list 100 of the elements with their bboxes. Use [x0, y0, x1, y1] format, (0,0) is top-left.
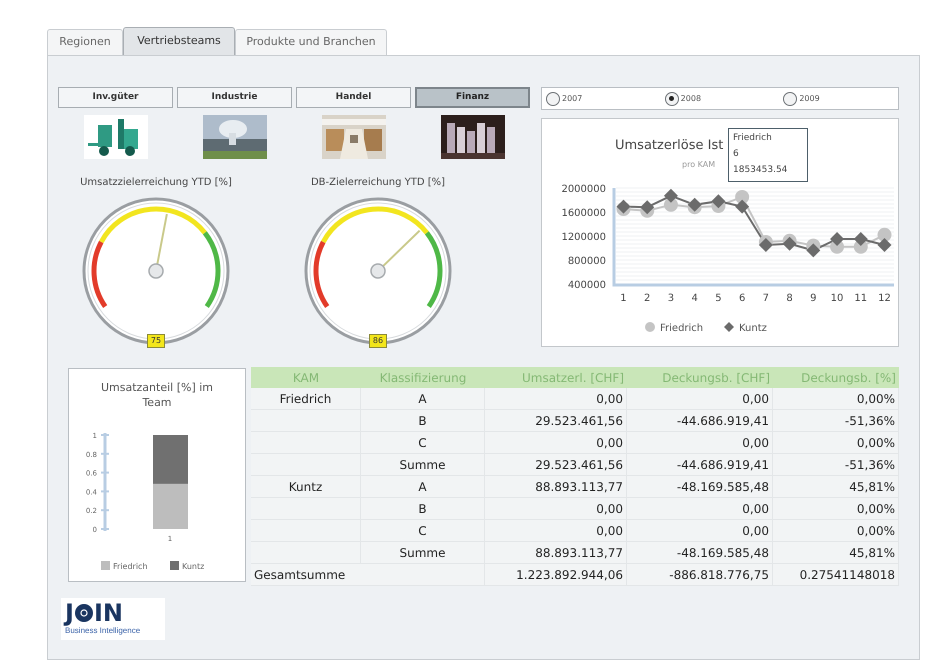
legend-marker [645, 322, 655, 332]
column-header: Deckungsb. [%] [800, 370, 897, 386]
legend-label: Kuntz [182, 562, 204, 571]
data-point [782, 236, 797, 251]
table-cell: -48.169.585,48 [627, 476, 773, 497]
legend-label: Kuntz [739, 323, 767, 334]
table-cell: 0,00 [627, 432, 773, 453]
axis-tick-label: 1600000 [561, 208, 606, 219]
table-cell: -48.169.585,48 [627, 542, 773, 563]
gauge-title: DB-Zielerreichung YTD [%] [310, 176, 446, 190]
category-button[interactable]: Handel [296, 87, 411, 108]
category-button[interactable]: Industrie [177, 87, 292, 108]
data-point [854, 232, 868, 246]
radio-option[interactable]: 2007 [542, 92, 661, 106]
table-cell: -44.686.919,41 [627, 410, 773, 431]
legend-marker [101, 561, 110, 570]
category-button[interactable]: Finanz [415, 87, 530, 108]
radio-option[interactable]: 2009 [779, 92, 898, 106]
data-point [806, 243, 820, 258]
table-cell: 0,00% [773, 520, 899, 541]
data-point [878, 228, 892, 242]
axis-tick-label: 1 [620, 293, 627, 304]
gauge-reading: 86 [369, 334, 387, 348]
gauge-reading: 75 [147, 334, 165, 348]
category-button[interactable]: Inv.güter [58, 87, 173, 108]
column-header: Umsatzerl. [CHF] [520, 370, 625, 386]
tab[interactable]: Regionen [47, 29, 123, 55]
tooltip-text: 1853453.54 [733, 164, 788, 177]
table-cell: 45,81% [773, 542, 899, 563]
table-cell: 0,00 [485, 388, 627, 409]
table-cell: C [361, 520, 485, 541]
axis-tick-label: 400000 [568, 280, 606, 291]
table-cell: 0,00 [627, 520, 773, 541]
logo-tagline: Business Intelligence [65, 626, 142, 637]
table-cell: 0,00 [485, 432, 627, 453]
table-cell: -51,36% [773, 454, 899, 475]
column-header: Deckungsb. [CHF] [661, 370, 771, 386]
needle-hub [148, 263, 164, 279]
column-header: Klassifizierung [378, 370, 468, 386]
bar-segment [153, 484, 188, 529]
gauge-title: Umsatzzielerreichung YTD [%] [80, 176, 232, 190]
axis-tick-label: 12 [878, 293, 891, 304]
axis-tick-label: 1200000 [561, 232, 606, 243]
tooltip-text: 6 [733, 148, 740, 161]
axis-tick-label: 10 [830, 293, 844, 304]
axis-tick-label: 9 [810, 293, 816, 304]
table-cell: 29.523.461,56 [485, 454, 627, 475]
data-point [664, 188, 678, 203]
data-point [735, 200, 750, 214]
table-cell: -886.818.776,75 [627, 564, 773, 585]
table-cell: 29.523.461,56 [485, 410, 627, 431]
tab[interactable]: Vertriebsteams [123, 27, 235, 55]
legend-label: Friedrich [660, 323, 704, 334]
table-cell: -51,36% [773, 410, 899, 431]
table-cell: Summe [361, 454, 485, 475]
table-cell: 0,00 [627, 388, 773, 409]
table-cell: 0,00% [773, 388, 899, 409]
data-point [616, 200, 630, 214]
table-cell: Summe [361, 542, 485, 563]
table-cell: 0,00 [485, 520, 627, 541]
axis-tick-label: 7 [762, 293, 770, 304]
table-cell: B [361, 498, 485, 519]
legend-marker [170, 561, 179, 570]
data-point [688, 198, 702, 212]
table-cell: 0,00% [773, 498, 899, 519]
table-cell: 0,00 [485, 498, 627, 519]
needle-hub [370, 263, 386, 279]
table-cell: 0,00 [627, 498, 773, 519]
table-cell: 45,81% [773, 476, 899, 497]
table-cell: Friedrich [251, 388, 361, 409]
axis-tick-label: 3 [668, 293, 674, 304]
table-cell: C [361, 432, 485, 453]
legend-label: Friedrich [113, 562, 148, 571]
logo-emblem-icon [74, 603, 94, 623]
table-cell: A [361, 476, 485, 497]
data-point [830, 232, 844, 246]
table-cell: Kuntz [251, 476, 361, 497]
table-cell: 0,00% [773, 432, 899, 453]
data-point [878, 238, 892, 252]
table-cell: 88.893.113,77 [485, 476, 627, 497]
logo-wordmark: IN [94, 601, 123, 625]
table-cell: A [361, 388, 485, 409]
axis-tick-label: 6 [738, 293, 746, 304]
radio-option[interactable]: 2008 [660, 92, 780, 106]
chart-title: Umsatzerlöse Ist [615, 138, 724, 153]
data-point [758, 238, 773, 252]
tab[interactable]: Produkte und Branchen [235, 29, 387, 55]
column-header: KAM [292, 370, 320, 386]
legend-marker [724, 322, 734, 332]
data-point [711, 194, 726, 208]
axis-tick-label: 800000 [568, 256, 606, 267]
table-cell: 1.223.892.944,06 [485, 564, 627, 585]
axis-tick-label: 2 [644, 293, 650, 304]
chart-title: Umsatzanteil [%] im Team [100, 381, 214, 409]
table-cell: B [361, 410, 485, 431]
axis-tick-label: 4 [692, 293, 698, 304]
axis-tick-label: 8 [786, 293, 793, 304]
logo-wordmark: J [65, 601, 74, 625]
table-cell: Gesamtsumme [251, 564, 485, 585]
axis-tick-label: 2000000 [561, 184, 606, 195]
